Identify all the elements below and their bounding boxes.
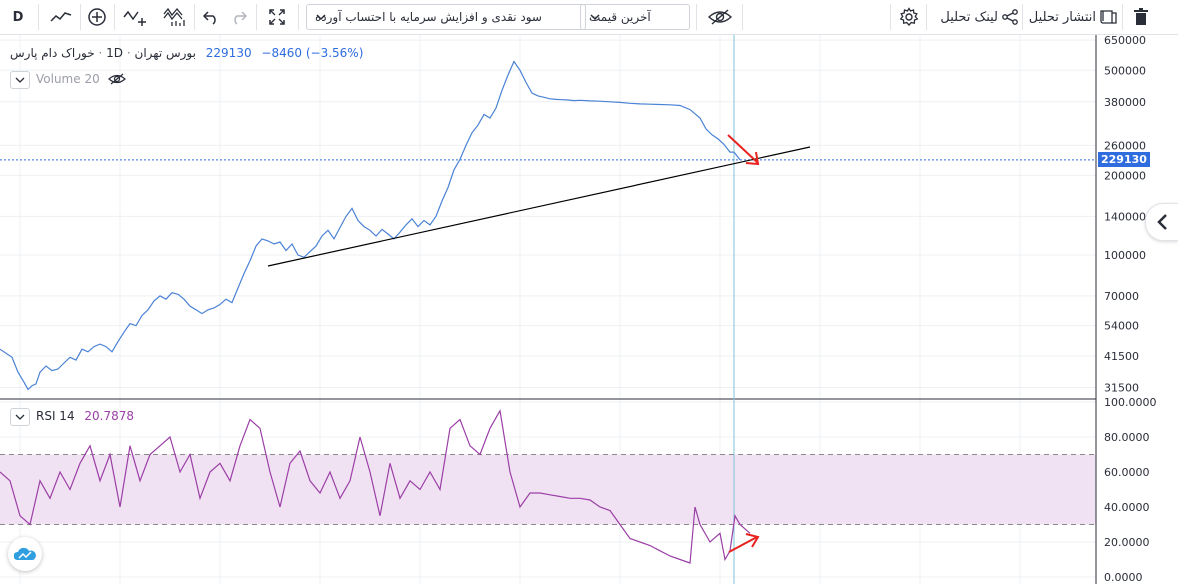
toolbar-divider bbox=[1022, 4, 1023, 30]
price-tick-label: 31500 bbox=[1104, 382, 1139, 395]
last-price-tag: 229130 bbox=[1098, 151, 1150, 167]
price-tick-label: 380000 bbox=[1104, 96, 1146, 109]
change-percent: (−3.56%) bbox=[305, 45, 364, 60]
hidden-eye-icon[interactable] bbox=[107, 72, 126, 86]
toolbar-divider bbox=[194, 4, 195, 30]
compare-plus-icon[interactable] bbox=[82, 0, 112, 34]
change-value: −8460 bbox=[261, 45, 303, 60]
price-arrow-shaft bbox=[727, 134, 759, 164]
chevron-down-icon bbox=[15, 414, 25, 420]
chart-area[interactable]: 650000 500000 380000 260000 200000 140000 1000… bbox=[0, 35, 1178, 584]
toolbar-divider bbox=[890, 4, 891, 30]
toolbar-divider bbox=[80, 4, 81, 30]
brand-logo[interactable] bbox=[8, 537, 42, 571]
adjustment-dropdown[interactable]: سود نقدی و افزایش سرمایه با احتساب آورده bbox=[306, 4, 586, 30]
interval-button[interactable]: D bbox=[4, 0, 32, 34]
price-tick-label: 100000 bbox=[1104, 249, 1146, 262]
price-tick-label: 650000 bbox=[1104, 35, 1146, 47]
undo-icon[interactable] bbox=[198, 0, 224, 34]
legend-dot: · bbox=[126, 45, 131, 60]
toolbar-divider bbox=[742, 4, 743, 30]
chevron-down-icon bbox=[15, 77, 25, 83]
rsi-tick-label: 60.0000 bbox=[1104, 466, 1150, 479]
chevron-down-icon bbox=[315, 11, 327, 26]
templates-icon[interactable] bbox=[158, 0, 192, 34]
price-tick-label: 260000 bbox=[1104, 139, 1146, 152]
redo-icon[interactable] bbox=[226, 0, 252, 34]
publish-analysis-button[interactable]: انتشار تحلیل bbox=[1026, 0, 1118, 34]
toolbar-divider bbox=[1122, 4, 1123, 30]
price-tick-label: 41500 bbox=[1104, 350, 1139, 363]
trend-line bbox=[267, 146, 811, 267]
share-label: لینک تحلیل bbox=[940, 9, 998, 25]
rsi-arrow bbox=[728, 533, 760, 553]
chevron-down-icon bbox=[589, 11, 601, 26]
price-tick-label: 70000 bbox=[1104, 290, 1139, 303]
collapse-rsi-button[interactable] bbox=[10, 408, 30, 426]
rsi-tick-label: 20.0000 bbox=[1104, 536, 1150, 549]
legend-dot: · bbox=[98, 45, 103, 60]
price-tick-label: 54000 bbox=[1104, 320, 1139, 333]
rsi-legend: RSI 14 20.7878 bbox=[36, 408, 134, 423]
toolbar-divider bbox=[926, 4, 927, 30]
rsi-tick-label: 80.0000 bbox=[1104, 431, 1150, 444]
price-tick-label: 500000 bbox=[1104, 64, 1146, 77]
delete-button[interactable] bbox=[1126, 0, 1156, 34]
rsi-band bbox=[0, 454, 1096, 525]
toolbar-divider bbox=[298, 4, 299, 30]
side-panel-toggle[interactable] bbox=[1145, 203, 1178, 241]
publish-icon bbox=[1100, 10, 1117, 24]
hide-eye-icon[interactable] bbox=[702, 0, 738, 34]
publish-label: انتشار تحلیل bbox=[1028, 9, 1096, 25]
main-legend: خوراک دام پارس · 1D · بورس تهران 229130 … bbox=[10, 45, 363, 60]
interval-label: 1D bbox=[106, 45, 124, 60]
toolbar-divider bbox=[256, 4, 257, 30]
toolbar-divider bbox=[696, 4, 697, 30]
price-axis-labels: 650000 500000 380000 260000 200000 140000 1000… bbox=[1104, 35, 1146, 395]
adjustment-label: سود نقدی و افزایش سرمایه با احتساب آورده bbox=[315, 10, 542, 24]
exchange-name: بورس تهران bbox=[134, 45, 196, 60]
top-toolbar: D سود نقدی و افزایش سرمایه با احتساب آور… bbox=[0, 0, 1178, 35]
indicators-icon[interactable] bbox=[118, 0, 152, 34]
trash-icon bbox=[1134, 8, 1148, 25]
rsi-value: 20.7878 bbox=[84, 408, 135, 423]
collapse-legend-button[interactable] bbox=[10, 71, 30, 89]
cloud-chart-icon bbox=[14, 547, 36, 560]
fullscreen-icon[interactable] bbox=[262, 0, 292, 34]
chart-canvas[interactable]: 650000 500000 380000 260000 200000 140000 1000… bbox=[0, 35, 1178, 584]
rsi-axis-labels: 100.0000 80.0000 60.0000 40.0000 20.0000 0.00… bbox=[1104, 396, 1157, 584]
price-series-line bbox=[0, 60, 741, 391]
volume-legend: Volume 20 bbox=[36, 71, 126, 86]
rsi-name: RSI 14 bbox=[36, 408, 75, 423]
price-tick-label: 140000 bbox=[1104, 210, 1146, 223]
toolbar-divider bbox=[114, 4, 115, 30]
chevron-left-icon bbox=[1157, 214, 1167, 230]
price-type-dropdown[interactable]: آخرین قیمت bbox=[580, 4, 690, 30]
last-price-value: 229130 bbox=[205, 45, 252, 60]
chart-type-line-icon[interactable] bbox=[44, 0, 78, 34]
symbol-name: خوراک دام پارس bbox=[10, 45, 95, 60]
settings-gear-icon[interactable] bbox=[894, 0, 924, 34]
rsi-tick-label: 40.0000 bbox=[1104, 501, 1150, 514]
toolbar-divider bbox=[38, 4, 39, 30]
price-tick-label: 200000 bbox=[1104, 169, 1146, 182]
rsi-tick-label: 100.0000 bbox=[1104, 396, 1157, 409]
share-link-button[interactable]: لینک تحلیل bbox=[932, 0, 1018, 34]
rsi-tick-label: 0.0000 bbox=[1104, 571, 1143, 584]
volume-label: Volume 20 bbox=[36, 71, 100, 86]
share-icon bbox=[1002, 9, 1018, 25]
